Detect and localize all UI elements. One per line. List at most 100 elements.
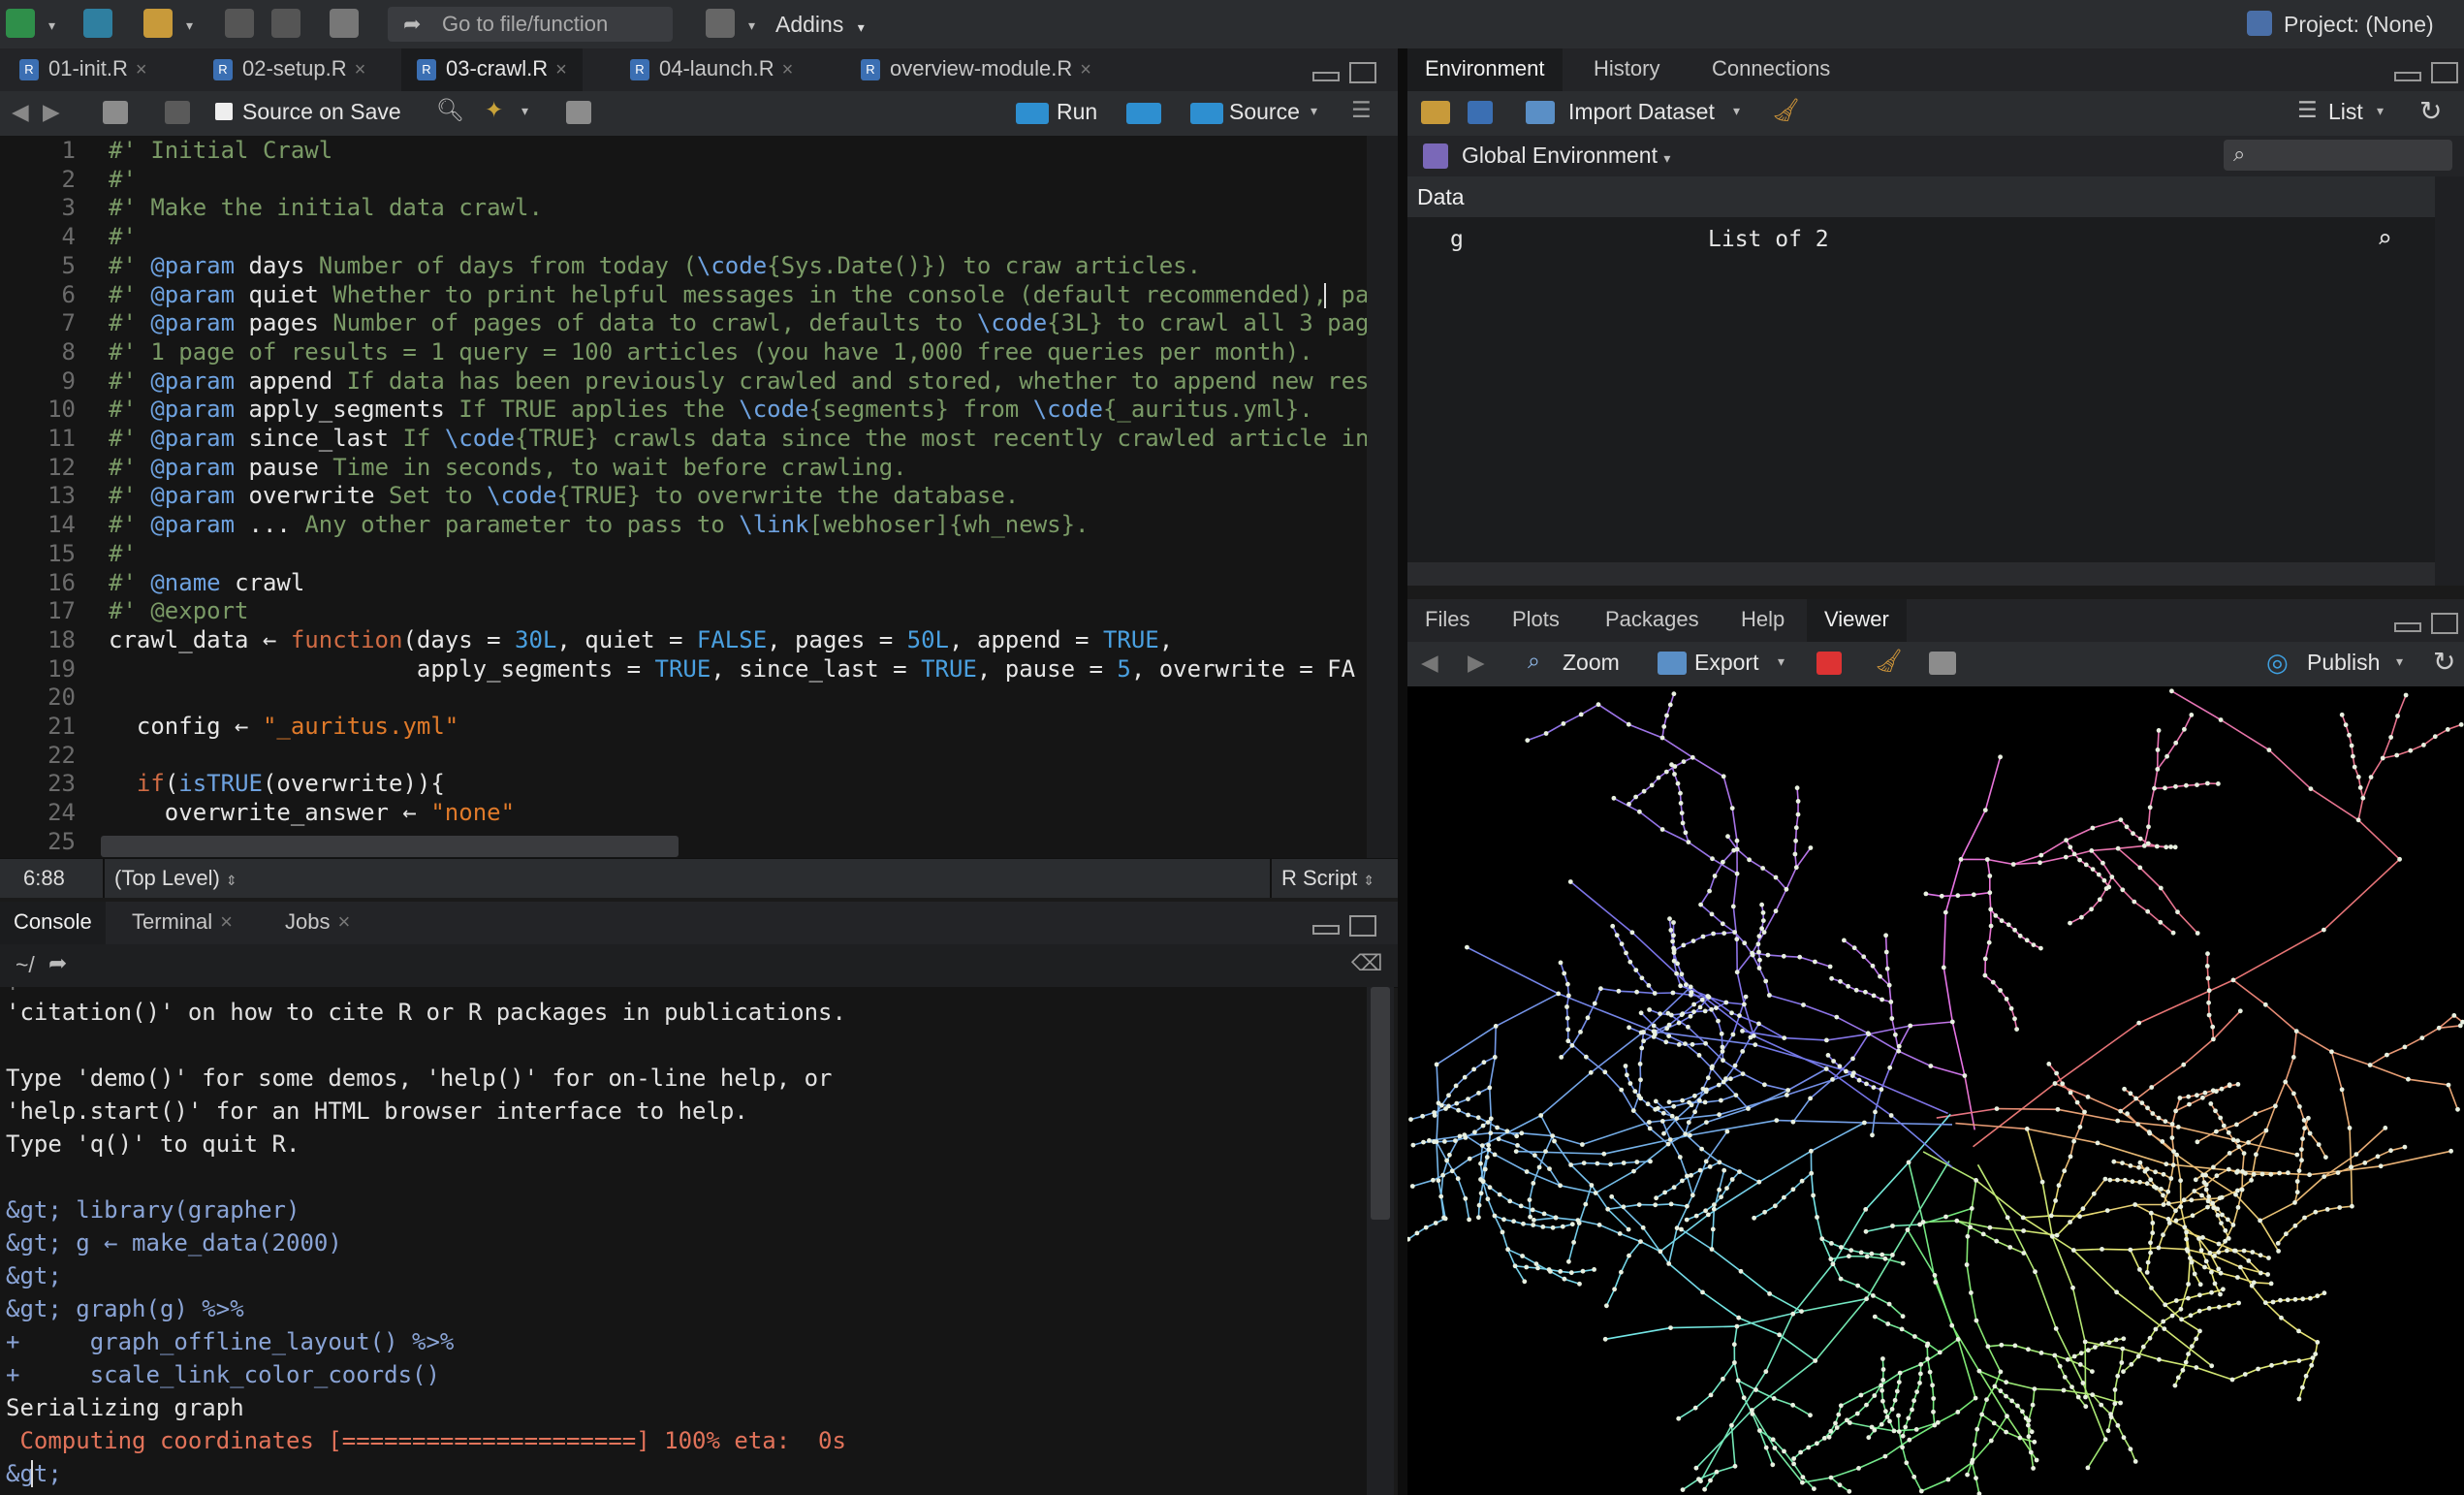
chevron-down-icon[interactable]: ▾	[48, 17, 55, 34]
close-icon[interactable]: ×	[1080, 59, 1091, 80]
close-icon[interactable]: ×	[136, 59, 147, 80]
network-graph-visualization[interactable]	[1407, 686, 2464, 1495]
tab-environment[interactable]: Environment	[1407, 48, 1563, 91]
print-icon[interactable]	[330, 9, 359, 38]
editor-tab[interactable]: R 02-setup.R ×	[200, 48, 379, 91]
load-workspace-icon[interactable]	[1421, 101, 1450, 124]
chevron-down-icon[interactable]: ▾	[1311, 103, 1317, 119]
editor-tab[interactable]: Roverview-module.R ×	[847, 48, 1105, 91]
grid-layout-icon[interactable]	[706, 9, 735, 38]
save-all-icon[interactable]	[271, 9, 300, 38]
tab-viewer[interactable]: Viewer	[1807, 599, 1907, 642]
environment-search-input[interactable]: ⌕	[2224, 140, 2452, 171]
editor-tab[interactable]: R 04-launch.R ×	[616, 48, 806, 91]
back-arrow-icon[interactable]: ◀	[1421, 650, 1438, 676]
broom-icon[interactable]: 🧹︎	[1875, 648, 1903, 674]
publish-button[interactable]: Publish	[2307, 650, 2380, 676]
maximize-pane-icon[interactable]	[2431, 613, 2458, 634]
chevron-down-icon[interactable]: ▾	[186, 17, 193, 34]
working-directory[interactable]: ~/	[16, 952, 35, 978]
minimize-pane-icon[interactable]	[2394, 622, 2421, 632]
chevron-down-icon[interactable]: ▾	[1733, 103, 1740, 119]
tab-help[interactable]: Help	[1723, 599, 1802, 642]
environment-horizontal-scrollbar[interactable]	[1407, 562, 2435, 586]
editor-tab-active[interactable]: R 03-crawl.R ×	[401, 48, 583, 91]
save-icon[interactable]	[225, 9, 254, 38]
magic-wand-icon[interactable]: ✦	[485, 97, 503, 123]
pane-splitter[interactable]	[1398, 48, 1407, 1495]
new-file-icon[interactable]	[6, 9, 35, 38]
tab-console[interactable]: Console	[0, 902, 106, 944]
save-icon[interactable]	[165, 101, 190, 124]
close-icon[interactable]: ×	[355, 59, 366, 80]
maximize-pane-icon[interactable]	[1349, 915, 1376, 937]
chevron-down-icon[interactable]: ▾	[2377, 103, 2384, 119]
console-vertical-scrollbar[interactable]	[1367, 987, 1394, 1495]
refresh-icon[interactable]: ↻	[2419, 95, 2442, 127]
show-in-new-window-icon[interactable]	[1929, 652, 1956, 675]
close-icon[interactable]: ×	[220, 909, 233, 934]
environment-row[interactable]: g List of 2 ⌕	[1407, 217, 2435, 262]
scope-selector[interactable]: (Top Level) ⇕	[114, 859, 237, 900]
chevron-down-icon[interactable]: ▾	[2396, 653, 2403, 670]
scrollbar-thumb[interactable]	[1371, 987, 1390, 1220]
minimize-pane-icon[interactable]	[1312, 925, 1340, 935]
minimize-pane-icon[interactable]	[1312, 72, 1340, 81]
chevron-down-icon[interactable]: ▾	[1778, 653, 1785, 670]
graph-node	[2292, 1223, 2298, 1228]
import-dataset-button[interactable]: Import Dataset	[1568, 99, 1715, 125]
editor-horizontal-scrollbar[interactable]	[101, 836, 679, 857]
go-to-file-input[interactable]: ➦ Go to file/function	[388, 7, 673, 42]
editor-vertical-scrollbar[interactable]	[1367, 136, 1398, 858]
go-to-directory-icon[interactable]: ➦	[48, 950, 67, 976]
editor-tab[interactable]: R 01-init.R ×	[6, 48, 161, 91]
show-in-window-icon[interactable]	[103, 101, 128, 124]
run-button[interactable]: Run	[1057, 99, 1097, 125]
environment-vertical-scrollbar[interactable]	[2435, 176, 2464, 586]
file-type-selector[interactable]: R Script ⇕	[1281, 859, 1374, 900]
export-button[interactable]: Export	[1694, 650, 1758, 676]
source-button[interactable]: Source	[1229, 99, 1300, 125]
tab-files[interactable]: Files	[1407, 599, 1487, 642]
view-mode-selector[interactable]: List	[2328, 99, 2363, 125]
search-icon[interactable]: 🔍︎	[436, 97, 464, 123]
tab-jobs[interactable]: Jobs ×	[271, 902, 363, 944]
maximize-pane-icon[interactable]	[1349, 62, 1376, 83]
tab-packages[interactable]: Packages	[1588, 599, 1717, 642]
chevron-down-icon[interactable]: ▾	[521, 103, 528, 119]
close-icon[interactable]: ×	[555, 59, 567, 80]
back-arrow-icon[interactable]: ◀	[12, 99, 29, 125]
tab-terminal[interactable]: Terminal ×	[118, 902, 246, 944]
tab-plots[interactable]: Plots	[1495, 599, 1577, 642]
minimize-pane-icon[interactable]	[2394, 72, 2421, 81]
tab-history[interactable]: History	[1576, 48, 1677, 91]
global-environment-selector[interactable]: Global Environment ▾	[1462, 143, 1670, 169]
close-icon[interactable]: ×	[782, 59, 794, 80]
view-data-search-icon[interactable]: ⌕	[2377, 217, 2392, 262]
forward-arrow-icon[interactable]: ▶	[1468, 650, 1485, 676]
zoom-button[interactable]: Zoom	[1563, 650, 1620, 676]
outline-icon[interactable]: ☰	[1351, 97, 1372, 123]
graph-edge	[2195, 1366, 2233, 1381]
tab-connections[interactable]: Connections	[1694, 48, 1848, 91]
source-on-save-checkbox[interactable]	[215, 103, 233, 120]
broom-icon[interactable]: 🧹︎	[1772, 97, 1800, 123]
chevron-down-icon[interactable]: ▾	[748, 17, 755, 34]
viewer-panel[interactable]	[1407, 686, 2464, 1495]
project-menu[interactable]: Project: (None)	[2284, 12, 2434, 38]
maximize-pane-icon[interactable]	[2431, 62, 2458, 83]
clear-console-icon[interactable]: ⌫	[1351, 950, 1383, 976]
console-output[interactable]: ' 'citation()' on how to cite R or R pac…	[0, 987, 1367, 1495]
addins-menu[interactable]: Addins ▾	[775, 12, 865, 38]
rerun-icon[interactable]	[1126, 103, 1161, 124]
compile-report-icon[interactable]	[566, 101, 591, 124]
code-editor[interactable]: 1 #' Initial Crawl 2 #' 3 #' Make the initial…	[0, 136, 1367, 858]
close-icon[interactable]: ×	[337, 909, 350, 934]
refresh-icon[interactable]: ↻	[2433, 646, 2455, 678]
graph-node	[1710, 1226, 1716, 1232]
open-file-icon[interactable]	[143, 9, 173, 38]
remove-viewer-icon[interactable]	[1816, 652, 1842, 675]
save-workspace-icon[interactable]	[1468, 101, 1493, 124]
new-project-icon[interactable]	[83, 9, 112, 38]
forward-arrow-icon[interactable]: ▶	[43, 99, 60, 125]
